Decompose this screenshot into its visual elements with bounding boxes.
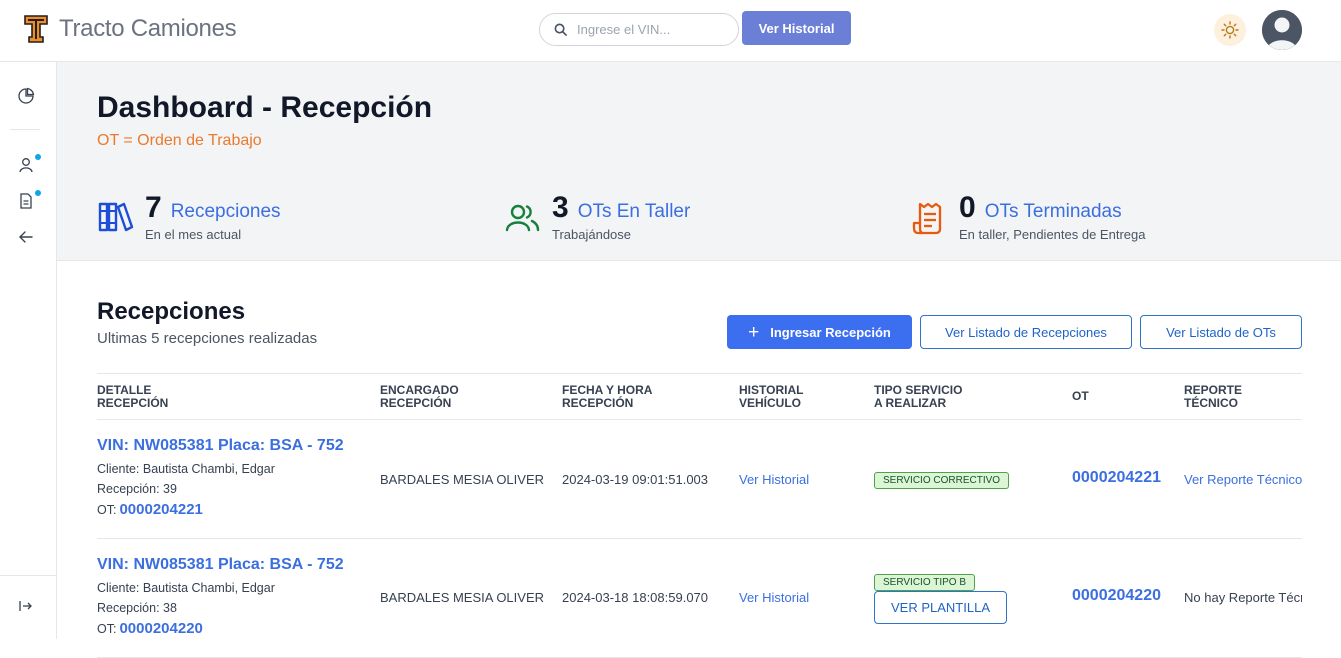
ot-line: OT: 0000204221 [97,501,203,518]
receipt-icon [912,202,942,235]
th-tipo: TIPO SERVICIO A REALIZAR [874,383,963,410]
pie-chart-icon[interactable] [17,87,35,105]
stat-value: 3 [552,191,569,224]
stat-label: OTs Terminadas [984,201,1122,222]
recepciones-table: DETALLE RECEPCIÓN ENCARGADO RECEPCIÓN FECH… [97,373,1302,658]
add-recepcion-label: Ingresar Recepción [770,324,891,340]
encargado-cell: BARDALES MESIA OLIVER [380,590,545,605]
arrow-left-icon[interactable] [17,228,35,246]
stat-caption: Trabajándose [552,227,632,242]
brand[interactable]: Tracto Camiones [24,15,237,43]
notification-dot [35,190,41,196]
encargado-cell: BARDALES MESIA OLIVER [380,472,545,487]
plus-icon: + [748,321,760,343]
cliente-text: Cliente: Bautista Chambi, Edgar [97,581,275,595]
table-row: VIN: NW085381 Placa: BSA - 752 Cliente: … [97,420,1302,539]
brand-name: Tracto Camiones [59,15,237,42]
ver-historial-link[interactable]: Ver Historial [739,472,809,487]
vin-search-box[interactable] [539,13,739,46]
sun-icon [1221,21,1239,39]
stat-label: Recepciones [170,201,281,222]
page-title: Dashboard - Recepción [97,91,433,124]
fecha-cell: 2024-03-19 09:01:51.003 [562,472,709,487]
vin-placa-link[interactable]: VIN: NW085381 Placa: BSA - 752 [97,556,344,574]
stat-value: 0 [959,191,976,224]
list-ots-button[interactable]: Ver Listado de OTs [1140,315,1302,349]
tipo-servicio-badge: SERVICIO CORRECTIVO [874,472,1010,489]
stat-ots-en-taller[interactable]: 3 OTs En Taller Trabajándose [505,192,690,242]
top-bar: Tracto Camiones Ver Historial [0,0,1341,62]
dashboard-header: Dashboard - Recepción OT = Orden de Trab… [57,62,1341,261]
ver-reporte-link[interactable]: Ver Reporte Técnico [1184,472,1302,487]
ver-historial-link[interactable]: Ver Historial [739,590,809,605]
th-reporte: REPORTE TÉCNICO [1184,383,1243,410]
ot-number-link[interactable]: 0000204221 [1072,469,1161,487]
list-recepciones-button[interactable]: Ver Listado de Recepciones [920,315,1132,349]
cliente-text: Cliente: Bautista Chambi, Edgar [97,462,275,476]
th-historial: HISTORIAL VEHÍCULO [739,383,804,410]
view-history-button[interactable]: Ver Historial [742,11,851,45]
theme-toggle[interactable] [1214,14,1246,46]
vin-placa-link[interactable]: VIN: NW085381 Placa: BSA - 752 [97,437,344,455]
ot-link[interactable]: 0000204220 [119,620,202,637]
tipo-servicio-badge: SERVICIO TIPO B [874,574,975,591]
sidebar-divider [10,129,40,130]
search-icon [554,23,567,36]
avatar-icon [1262,10,1302,50]
th-detalle: DETALLE RECEPCIÓN [97,383,169,410]
user-avatar[interactable] [1262,10,1302,50]
th-ot: OT [1072,389,1089,403]
ver-plantilla-button[interactable]: VER PLANTILLA [874,591,1007,624]
stat-recepciones[interactable]: 7 Recepciones En el mes actual [98,192,281,242]
brand-logo-icon [24,15,48,43]
books-icon [98,202,134,232]
section-subtitle: Ultimas 5 recepciones realizadas [97,330,318,347]
reporte-status: No hay Reporte Técr [1184,590,1302,605]
ot-label: OT: [97,503,117,517]
stat-label: OTs En Taller [577,201,691,222]
section-title: Recepciones [97,298,246,325]
fecha-cell: 2024-03-18 18:08:59.070 [562,590,709,605]
page-subtitle: OT = Orden de Trabajo [97,132,262,149]
stat-ots-terminadas[interactable]: 0 OTs Terminadas En taller, Pendientes d… [912,192,1145,242]
sidebar [0,62,57,639]
logout-icon[interactable] [17,597,35,615]
table-row: VIN: NW085381 Placa: BSA - 752 Cliente: … [97,539,1302,658]
notification-dot [35,154,41,160]
user-icon[interactable] [17,156,35,174]
stat-caption: En el mes actual [145,227,242,242]
document-icon[interactable] [17,192,35,210]
vin-search-input[interactable] [577,22,727,37]
recepcion-number: Recepción: 38 [97,601,177,615]
table-header: DETALLE RECEPCIÓN ENCARGADO RECEPCIÓN FECH… [97,373,1302,420]
sidebar-divider [0,575,57,576]
add-recepcion-button[interactable]: + Ingresar Recepción [727,315,912,349]
th-encargado: ENCARGADO RECEPCIÓN [380,383,459,410]
stat-caption: En taller, Pendientes de Entrega [959,227,1146,242]
ot-label: OT: [97,622,117,636]
ot-number-link[interactable]: 0000204220 [1072,587,1161,605]
ot-line: OT: 0000204220 [97,620,203,637]
recepcion-number: Recepción: 39 [97,482,177,496]
ot-link[interactable]: 0000204221 [119,501,202,518]
users-icon [505,204,540,232]
stat-value: 7 [145,191,162,224]
th-fecha: FECHA Y HORA RECEPCIÓN [562,383,653,410]
